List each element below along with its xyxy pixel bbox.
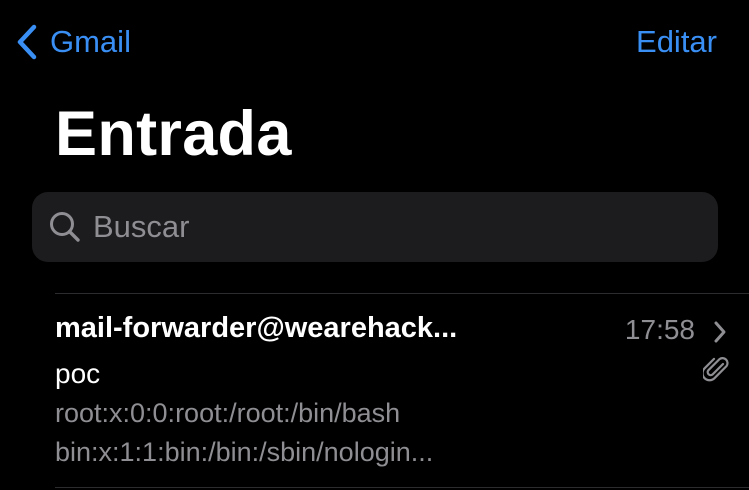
back-button[interactable]: Gmail bbox=[16, 22, 131, 62]
chevron-right-icon bbox=[713, 320, 727, 349]
back-button-label: Gmail bbox=[50, 24, 131, 59]
search-bar[interactable] bbox=[32, 192, 718, 262]
navigation-bar: Gmail Editar bbox=[0, 0, 749, 86]
search-icon bbox=[47, 209, 83, 245]
chevron-left-icon bbox=[16, 24, 38, 60]
message-subject: poc bbox=[55, 358, 101, 389]
message-preview-line: bin:x:1:1:bin:/bin:/sbin/nologin... bbox=[55, 437, 434, 467]
message-sender: mail-forwarder@wearehack... bbox=[55, 312, 458, 344]
message-time: 17:58 bbox=[624, 314, 695, 345]
edit-button[interactable]: Editar bbox=[636, 22, 717, 62]
message-preview: root:x:0:0:root:/root:/bin/bash bin:x:1:… bbox=[55, 394, 655, 472]
page-title: Entrada bbox=[55, 99, 292, 169]
message-row[interactable]: mail-forwarder@wearehack... 17:58 poc ro… bbox=[0, 294, 749, 484]
search-input[interactable] bbox=[93, 209, 693, 245]
paperclip-icon bbox=[701, 356, 729, 389]
message-preview-line: root:x:0:0:root:/root:/bin/bash bbox=[55, 398, 401, 428]
list-row-divider bbox=[55, 487, 749, 488]
